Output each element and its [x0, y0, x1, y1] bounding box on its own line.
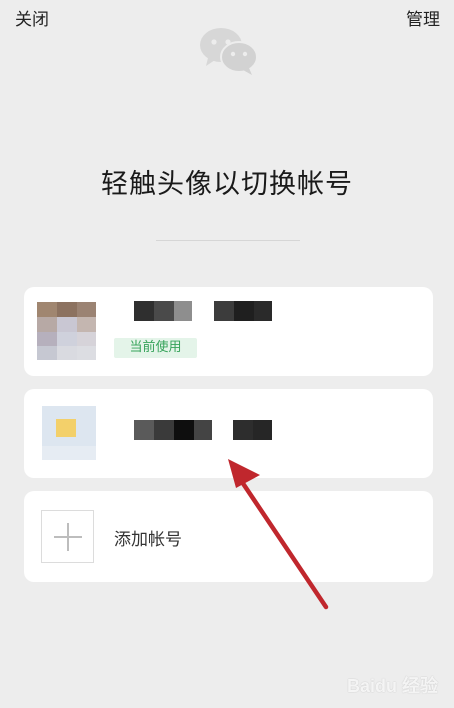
avatar[interactable] [37, 302, 96, 360]
wechat-logo-icon [200, 28, 258, 75]
page-title: 轻触头像以切换帐号 [101, 169, 353, 200]
account-card-current[interactable]: 当前使用 [24, 287, 433, 376]
account-card-other[interactable] [24, 389, 433, 478]
manage-button[interactable]: 管理 [406, 5, 440, 30]
account-name-masked [134, 420, 212, 440]
add-account-label: 添加帐号 [114, 530, 182, 550]
divider [156, 240, 300, 241]
baidu-watermark: Baidu 经验 [346, 676, 438, 696]
avatar[interactable] [42, 406, 96, 460]
add-account-button[interactable] [41, 510, 94, 563]
plus-icon [53, 522, 82, 551]
account-name-masked [134, 301, 192, 321]
current-use-badge: 当前使用 [114, 338, 197, 358]
account-name-masked [233, 420, 272, 440]
avatar-pixelated-icon [42, 406, 96, 460]
avatar-pixelated-icon [37, 302, 96, 360]
close-button[interactable]: 关闭 [15, 5, 49, 30]
add-account-card[interactable]: 添加帐号 [24, 491, 433, 582]
account-name-masked [214, 301, 272, 321]
